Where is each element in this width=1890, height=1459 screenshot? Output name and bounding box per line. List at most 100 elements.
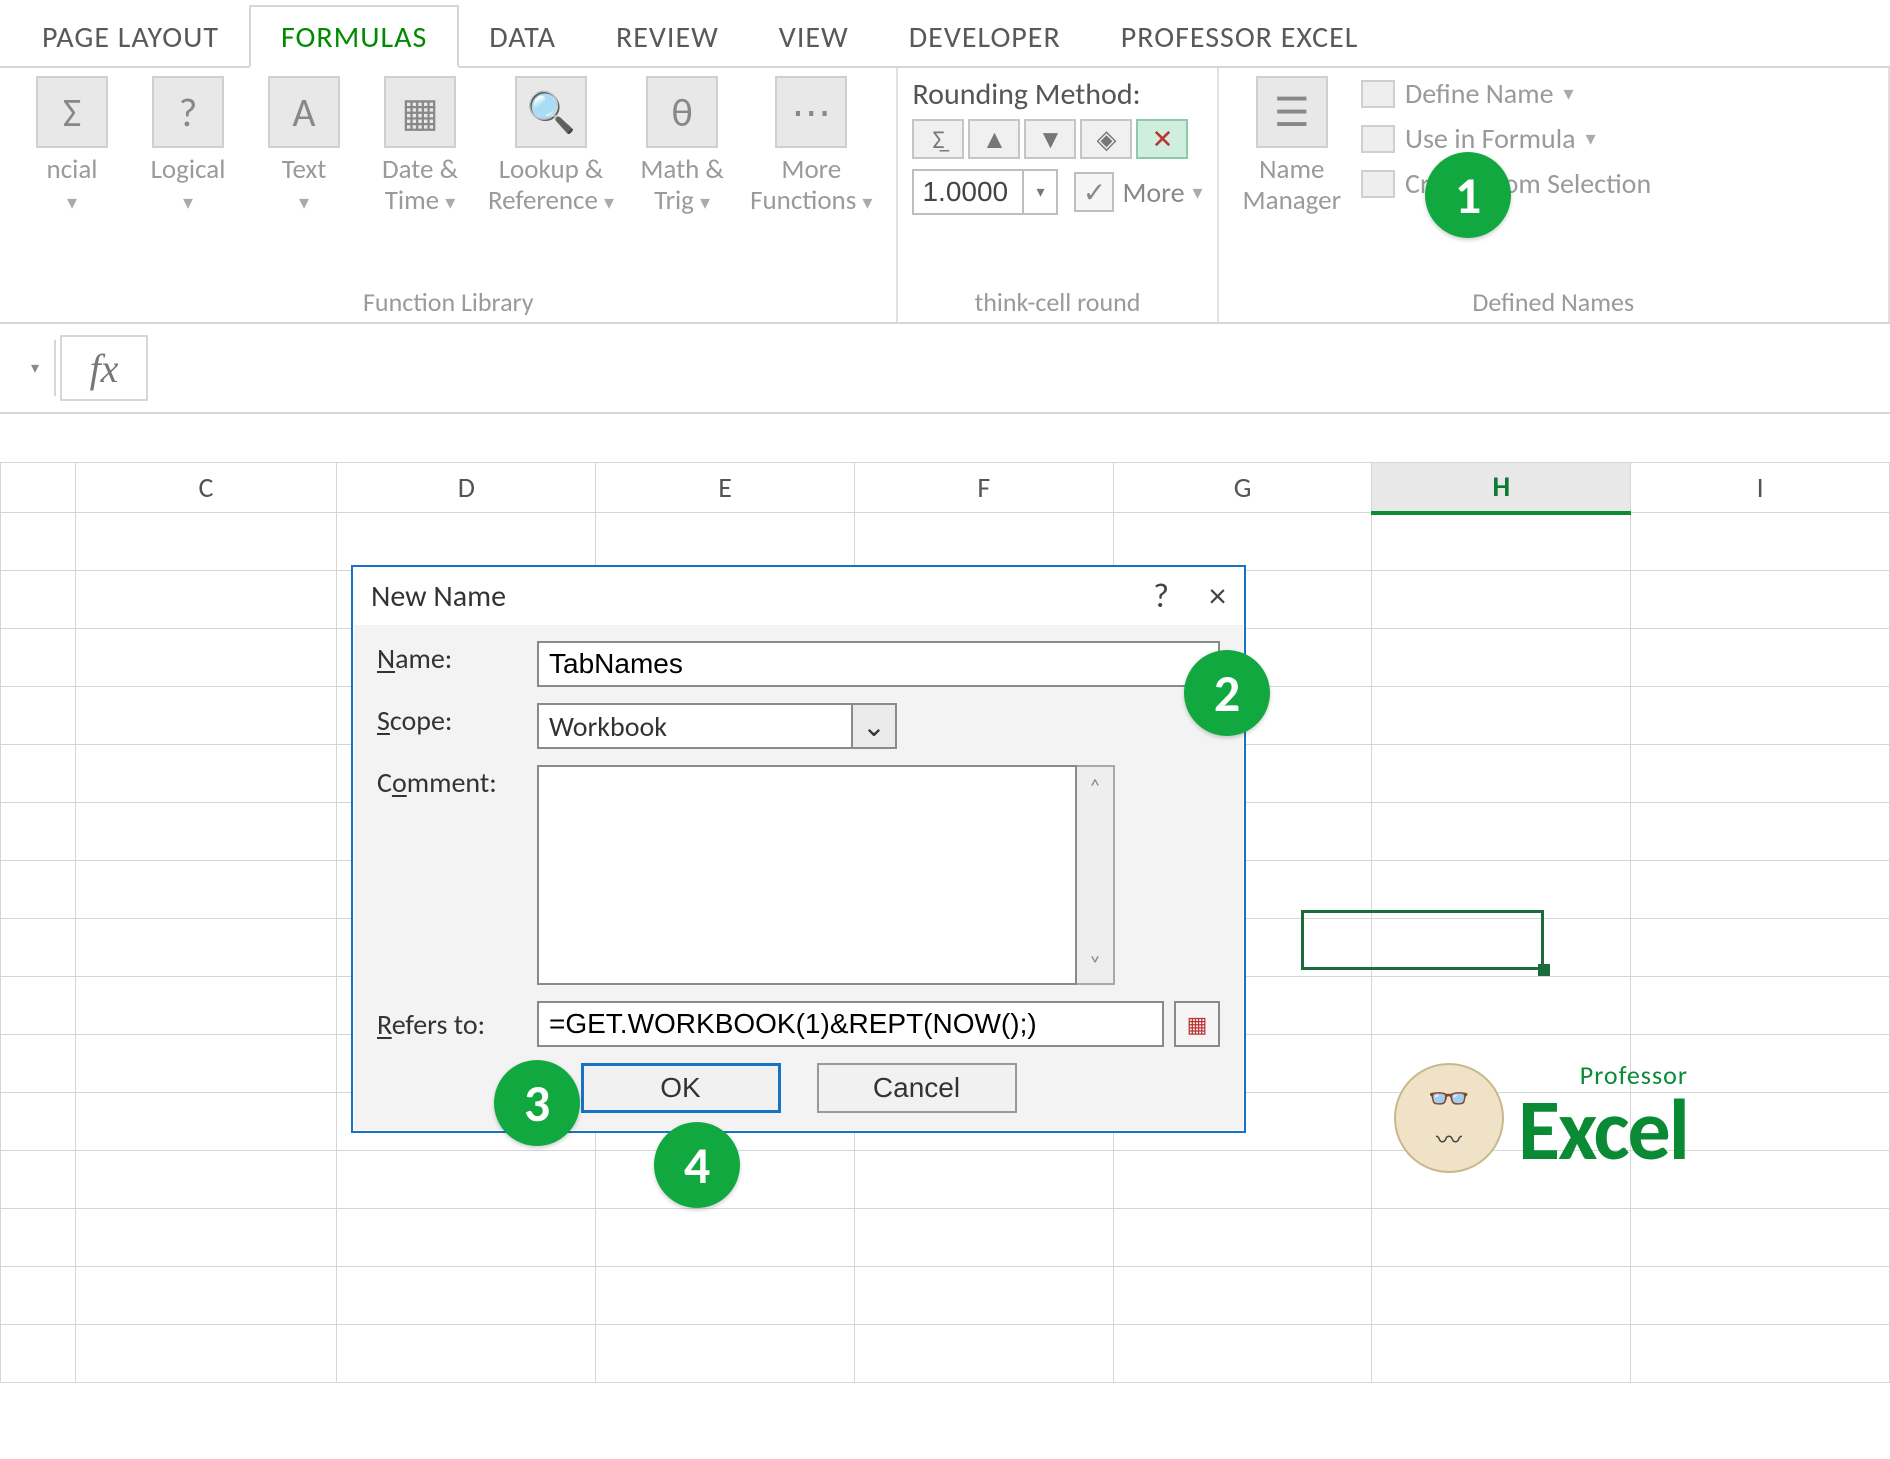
thinkcell-method-3[interactable]: ▼ [1024, 119, 1076, 159]
cell[interactable] [1372, 1325, 1631, 1383]
cell[interactable] [1113, 1325, 1372, 1383]
column-header[interactable]: E [596, 463, 855, 513]
cell[interactable] [596, 1325, 855, 1383]
cell[interactable] [75, 1267, 337, 1325]
cell[interactable] [75, 629, 337, 687]
dialog-titlebar[interactable]: New Name ? × [353, 567, 1244, 625]
column-header[interactable]: G [1113, 463, 1372, 513]
thinkcell-method-none[interactable]: ✕ [1136, 119, 1188, 159]
cell[interactable] [1372, 687, 1631, 745]
cell[interactable] [337, 1151, 596, 1209]
btn-define-name[interactable]: Define Name ▾ [1361, 76, 1651, 111]
cell[interactable] [75, 745, 337, 803]
btn-logical[interactable]: ? Logical▾ [140, 76, 236, 216]
cell[interactable] [1113, 1151, 1372, 1209]
tab-professor-excel[interactable]: PROFESSOR EXCEL [1091, 7, 1389, 66]
btn-date-time[interactable]: ▦ Date &Time ▾ [372, 76, 468, 216]
cell[interactable] [1, 571, 76, 629]
cell[interactable] [1, 745, 76, 803]
btn-more-functions[interactable]: ⋯ MoreFunctions ▾ [750, 76, 872, 216]
cell[interactable] [75, 919, 337, 977]
namebox-dropdown[interactable]: ▾ [16, 340, 56, 396]
cell[interactable] [1631, 1267, 1890, 1325]
column-header[interactable]: C [75, 463, 337, 513]
formula-input[interactable] [158, 335, 1890, 401]
cell[interactable] [1, 1093, 76, 1151]
cell[interactable] [1, 803, 76, 861]
btn-financial[interactable]: Σ ncial▾ [24, 76, 120, 216]
thinkcell-precision-input[interactable] [914, 171, 1022, 213]
cell[interactable] [75, 861, 337, 919]
cell[interactable] [854, 1209, 1113, 1267]
cell[interactable] [1631, 1209, 1890, 1267]
cell[interactable] [1631, 803, 1890, 861]
column-header[interactable]: H [1372, 463, 1631, 513]
chevron-down-icon[interactable]: ⌄ [851, 705, 895, 747]
cell[interactable] [1113, 1267, 1372, 1325]
cell[interactable] [75, 571, 337, 629]
cell[interactable] [854, 1267, 1113, 1325]
cell[interactable] [1, 861, 76, 919]
cell[interactable] [1372, 803, 1631, 861]
cell[interactable] [854, 1325, 1113, 1383]
input-name[interactable] [537, 641, 1220, 687]
cell[interactable] [1631, 745, 1890, 803]
cell[interactable] [337, 1325, 596, 1383]
cell[interactable] [75, 687, 337, 745]
cell[interactable] [1, 977, 76, 1035]
thinkcell-precision[interactable]: ▾ [912, 169, 1058, 215]
tab-view[interactable]: VIEW [749, 7, 879, 66]
cell[interactable] [75, 803, 337, 861]
cell[interactable] [1631, 1325, 1890, 1383]
btn-math-trig[interactable]: θ Math &Trig ▾ [634, 76, 730, 216]
cell[interactable] [1631, 977, 1890, 1035]
cell[interactable] [1113, 513, 1372, 571]
cell[interactable] [1631, 571, 1890, 629]
cell[interactable] [1, 513, 76, 571]
cell[interactable] [75, 1151, 337, 1209]
btn-name-manager[interactable]: ☰ Name Manager [1243, 76, 1341, 216]
cancel-button[interactable]: Cancel [817, 1063, 1017, 1113]
tab-formulas[interactable]: FORMULAS [249, 5, 459, 68]
cell[interactable] [1631, 687, 1890, 745]
cell[interactable] [75, 977, 337, 1035]
column-header[interactable] [1, 463, 76, 513]
cell[interactable] [1631, 861, 1890, 919]
tab-developer[interactable]: DEVELOPER [879, 7, 1091, 66]
cell[interactable] [1, 1151, 76, 1209]
textarea-comment[interactable] [537, 765, 1077, 985]
tab-data[interactable]: DATA [459, 7, 586, 66]
btn-text[interactable]: A Text▾ [256, 76, 352, 216]
cell[interactable] [1372, 513, 1631, 571]
cell[interactable] [1372, 745, 1631, 803]
thinkcell-method-1[interactable]: Σ̲ [912, 119, 964, 159]
column-header[interactable]: F [854, 463, 1113, 513]
cell[interactable] [1372, 1209, 1631, 1267]
cell[interactable] [75, 1093, 337, 1151]
cell[interactable] [1372, 977, 1631, 1035]
cell[interactable] [854, 1151, 1113, 1209]
cell[interactable] [1, 687, 76, 745]
cell[interactable] [337, 1209, 596, 1267]
collapse-dialog-button[interactable]: ▦ [1174, 1001, 1220, 1047]
scroll-up-icon[interactable]: ˄ [1089, 773, 1101, 800]
cell[interactable] [1, 1209, 76, 1267]
cell[interactable] [1372, 571, 1631, 629]
cell[interactable] [337, 1267, 596, 1325]
cell[interactable] [1, 629, 76, 687]
spreadsheet[interactable]: CDEFGHI New Name ? × Name: Scope: Workbo… [0, 462, 1890, 1383]
thinkcell-more[interactable]: ✓ More ▾ [1074, 172, 1202, 212]
column-header[interactable]: D [337, 463, 596, 513]
scroll-down-icon[interactable]: ˅ [1089, 950, 1101, 977]
cell[interactable] [75, 1209, 337, 1267]
btn-use-in-formula[interactable]: Use in Formula ▾ [1361, 121, 1651, 156]
cell[interactable] [1631, 919, 1890, 977]
input-refers-to[interactable] [537, 1001, 1164, 1047]
thinkcell-method-4[interactable]: ◈ [1080, 119, 1132, 159]
chevron-down-icon[interactable]: ▾ [1022, 171, 1056, 213]
thinkcell-method-2[interactable]: ▲ [968, 119, 1020, 159]
help-button[interactable]: ? [1153, 576, 1169, 617]
cell[interactable] [854, 513, 1113, 571]
cell[interactable] [596, 1209, 855, 1267]
comment-scrollbar[interactable]: ˄˅ [1077, 765, 1115, 985]
